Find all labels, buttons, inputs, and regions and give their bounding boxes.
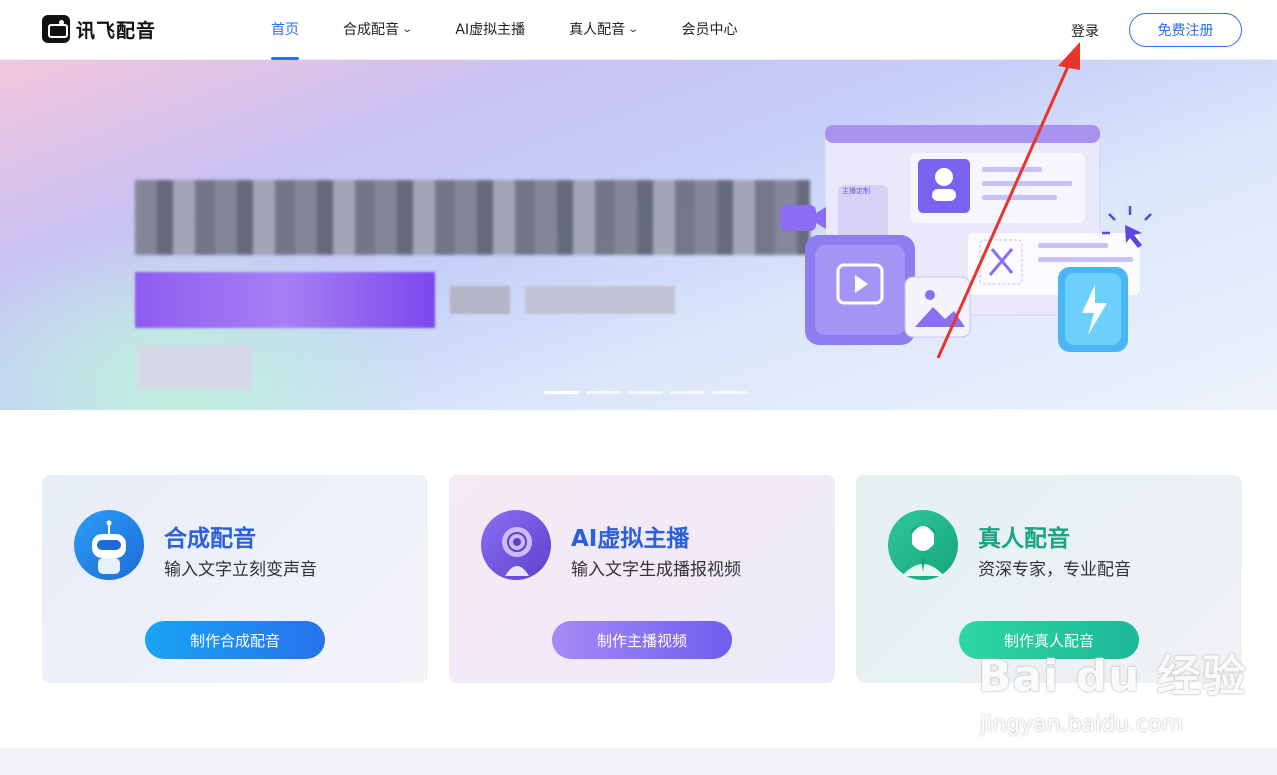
carousel-dot[interactable] [712, 391, 747, 394]
carousel-dot[interactable] [586, 391, 621, 394]
card-description: 资深专家，专业配音 [978, 560, 1131, 580]
footer-strip [0, 748, 1277, 775]
banner-illustration: 主播定制 [780, 124, 1152, 352]
register-button[interactable]: 免费注册 [1129, 13, 1242, 47]
make-anchor-video-button[interactable]: 制作主播视频 [552, 621, 732, 659]
nav-label: 真人配音 [569, 22, 626, 38]
virtual-anchor-icon [481, 510, 551, 580]
feature-card-synthesis[interactable]: 合成配音 输入文字立刻变声音 制作合成配音 [42, 475, 428, 683]
voice-actor-icon [888, 510, 958, 580]
nav-label: 会员中心 [681, 22, 738, 38]
card-description: 输入文字立刻变声音 [164, 560, 317, 580]
logo[interactable]: 讯飞配音 [42, 15, 156, 43]
top-header: 讯飞配音 首页 合成配音 ⌄ AI虚拟主播 真人配音 ⌄ 会员中心 登录 免费注册 [0, 0, 1277, 60]
blurred-subtitle [135, 272, 435, 328]
nav-label: AI虚拟主播 [455, 22, 526, 38]
carousel-dot[interactable] [544, 391, 579, 394]
carousel-dots [544, 391, 747, 394]
illustration-tag: 主播定制 [842, 186, 870, 195]
feature-card-ai-anchor[interactable]: AI虚拟主播 输入文字生成播报视频 制作主播视频 [449, 475, 835, 683]
nav-item-ai-anchor[interactable]: AI虚拟主播 [455, 0, 525, 60]
nav-item-home[interactable]: 首页 [271, 0, 299, 60]
baidu-watermark: Bai du 经验 [978, 651, 1247, 702]
nav-item-synthesis[interactable]: 合成配音 ⌄ [343, 0, 414, 60]
chevron-down-icon: ⌄ [401, 24, 414, 35]
hero-banner[interactable]: 主播定制 [0, 60, 1277, 410]
blurred-cta-button[interactable] [137, 345, 252, 390]
chevron-down-icon: ⌄ [627, 24, 640, 35]
logo-text: 讯飞配音 [76, 19, 157, 42]
baidu-watermark-url: jingyan.baidu.com [980, 712, 1184, 737]
card-title: AI虚拟主播 [571, 526, 690, 552]
blurred-subtitle [450, 286, 510, 314]
nav-label: 首页 [271, 22, 299, 38]
carousel-dot[interactable] [628, 391, 663, 394]
blurred-subtitle [525, 286, 675, 314]
carousel-dot[interactable] [670, 391, 705, 394]
logo-icon [42, 15, 70, 43]
nav-label: 合成配音 [343, 22, 399, 38]
card-description: 输入文字生成播报视频 [571, 560, 741, 580]
robot-icon [74, 510, 144, 580]
login-link[interactable]: 登录 [1071, 21, 1099, 41]
nav-item-human-voice[interactable]: 真人配音 ⌄ [569, 0, 640, 60]
main-nav: 首页 合成配音 ⌄ AI虚拟主播 真人配音 ⌄ 会员中心 [271, 0, 782, 60]
card-title: 合成配音 [164, 526, 256, 552]
nav-item-member-center[interactable]: 会员中心 [682, 0, 738, 60]
make-synthesis-button[interactable]: 制作合成配音 [145, 621, 325, 659]
card-title: 真人配音 [978, 526, 1070, 552]
blurred-headline [135, 180, 810, 255]
